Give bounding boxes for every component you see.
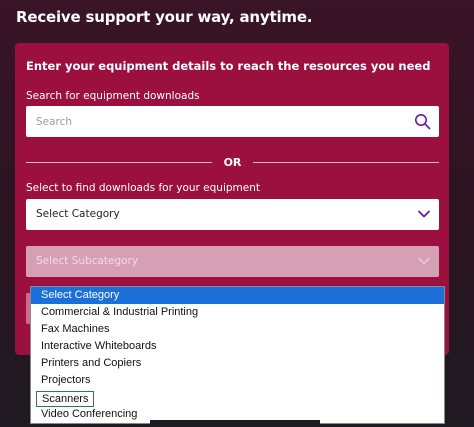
search-label: Search for equipment downloads [26,90,200,102]
dropdown-option[interactable]: Commercial & Industrial Printing [31,304,444,321]
dropdown-option[interactable]: Select Category [31,287,444,304]
dropdown-option[interactable]: Fax Machines [31,321,444,338]
search-icon[interactable] [414,113,431,130]
category-dropdown-list: Select Category Commercial & Industrial … [30,286,445,424]
divider-line-right [253,162,439,163]
subcategory-select-value: Select Subcategory [36,255,139,267]
search-field [26,106,439,137]
category-select-value: Select Category [36,208,120,220]
dropdown-option[interactable]: Interactive Whiteboards [31,338,444,355]
category-select[interactable]: Select Category [26,199,439,230]
dropdown-option[interactable]: Printers and Copiers [31,355,444,372]
chevron-down-icon [418,210,430,218]
chevron-down-icon [418,257,430,265]
dropdown-option[interactable]: Projectors [31,372,444,389]
page-headline: Receive support your way, anytime. [16,8,313,26]
subcategory-select[interactable]: Select Subcategory [26,246,439,277]
or-divider: OR [26,156,439,169]
search-input[interactable] [26,106,406,137]
dropdown-option-focused[interactable]: Scanners [36,391,95,407]
select-label: Select to find downloads for your equipm… [26,182,261,194]
card-title: Enter your equipment details to reach th… [26,59,431,73]
bottom-strip [150,420,320,427]
